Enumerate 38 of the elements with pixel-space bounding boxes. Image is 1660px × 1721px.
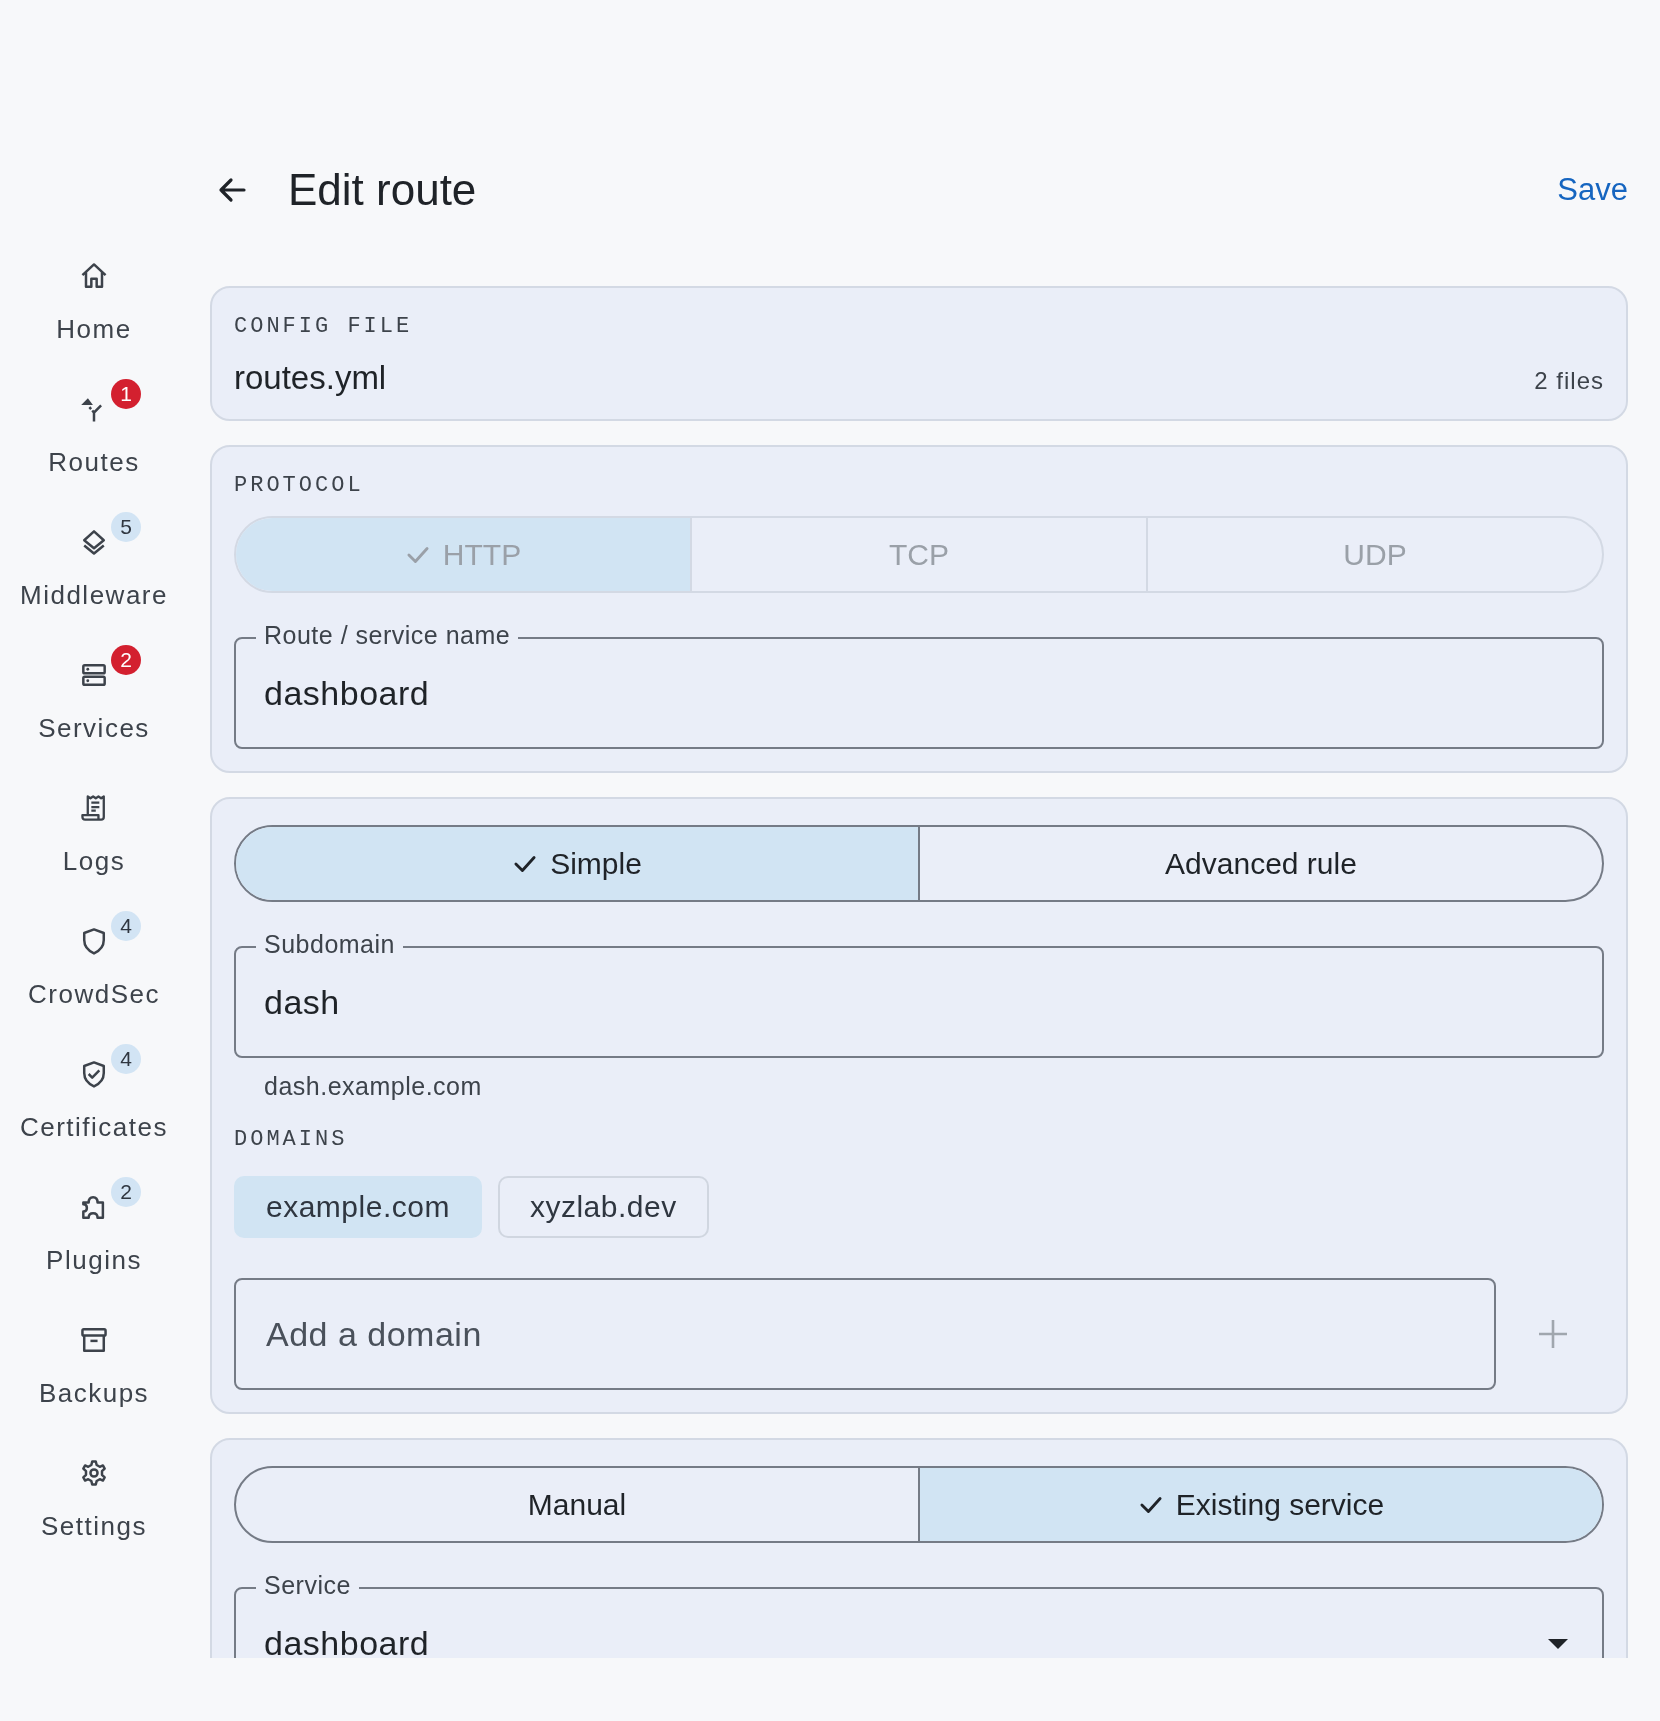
count-badge: 5 [111,512,141,542]
section-label: PROTOCOL [234,473,365,498]
segment-button[interactable]: Manual [236,1468,918,1541]
nav-label[interactable]: Certificates [19,1112,168,1143]
hostname-preview: dash.example.com [264,1072,483,1101]
nav-label[interactable]: Routes [48,447,140,478]
nav-label[interactable]: Settings [41,1511,147,1542]
nav-label[interactable]: Backups [38,1378,150,1409]
file-name: routes.yml [234,359,387,397]
count-badge: 1 [111,379,141,409]
nav-label[interactable]: Middleware [20,580,168,611]
file-count: 2 files [1534,367,1604,395]
save-link[interactable]: Save [1557,172,1628,208]
dropdown-caret-icon [1546,1637,1570,1651]
page-title: Edit route [288,165,478,215]
field-value[interactable]: dash [264,982,1574,1022]
count-badge: 4 [111,911,141,941]
nav-label[interactable]: CrowdSec [28,979,160,1010]
count-badge: 2 [111,645,141,675]
nav-label[interactable]: Home [56,314,132,345]
field-value[interactable]: dashboard [264,673,1574,713]
nav-label[interactable]: Plugins [46,1245,142,1276]
section-label: CONFIG FILE [234,314,414,339]
domain-chip[interactable]: xyzlab.dev [497,1176,709,1238]
domain-input[interactable]: Add a domain [234,1278,1496,1390]
nav-label[interactable]: Services [38,713,150,744]
section-label: DOMAINS [234,1127,349,1152]
segment-button[interactable]: Advanced rule [918,827,1602,900]
subdomain-field[interactable]: Subdomain dash [234,928,1604,1058]
name-field[interactable]: Route / service name dashboard [234,619,1604,749]
count-badge: 2 [111,1177,141,1207]
segment-button[interactable]: Simple [236,827,918,900]
nav-label[interactable]: Logs [62,846,126,877]
domain-chip[interactable]: example.com [234,1176,482,1238]
domain-text-input[interactable]: Add a domain [266,1314,1464,1354]
field-value[interactable]: dashboard [264,1623,1574,1658]
segment-button[interactable]: Existing service [918,1468,1602,1541]
count-badge: 4 [111,1044,141,1074]
